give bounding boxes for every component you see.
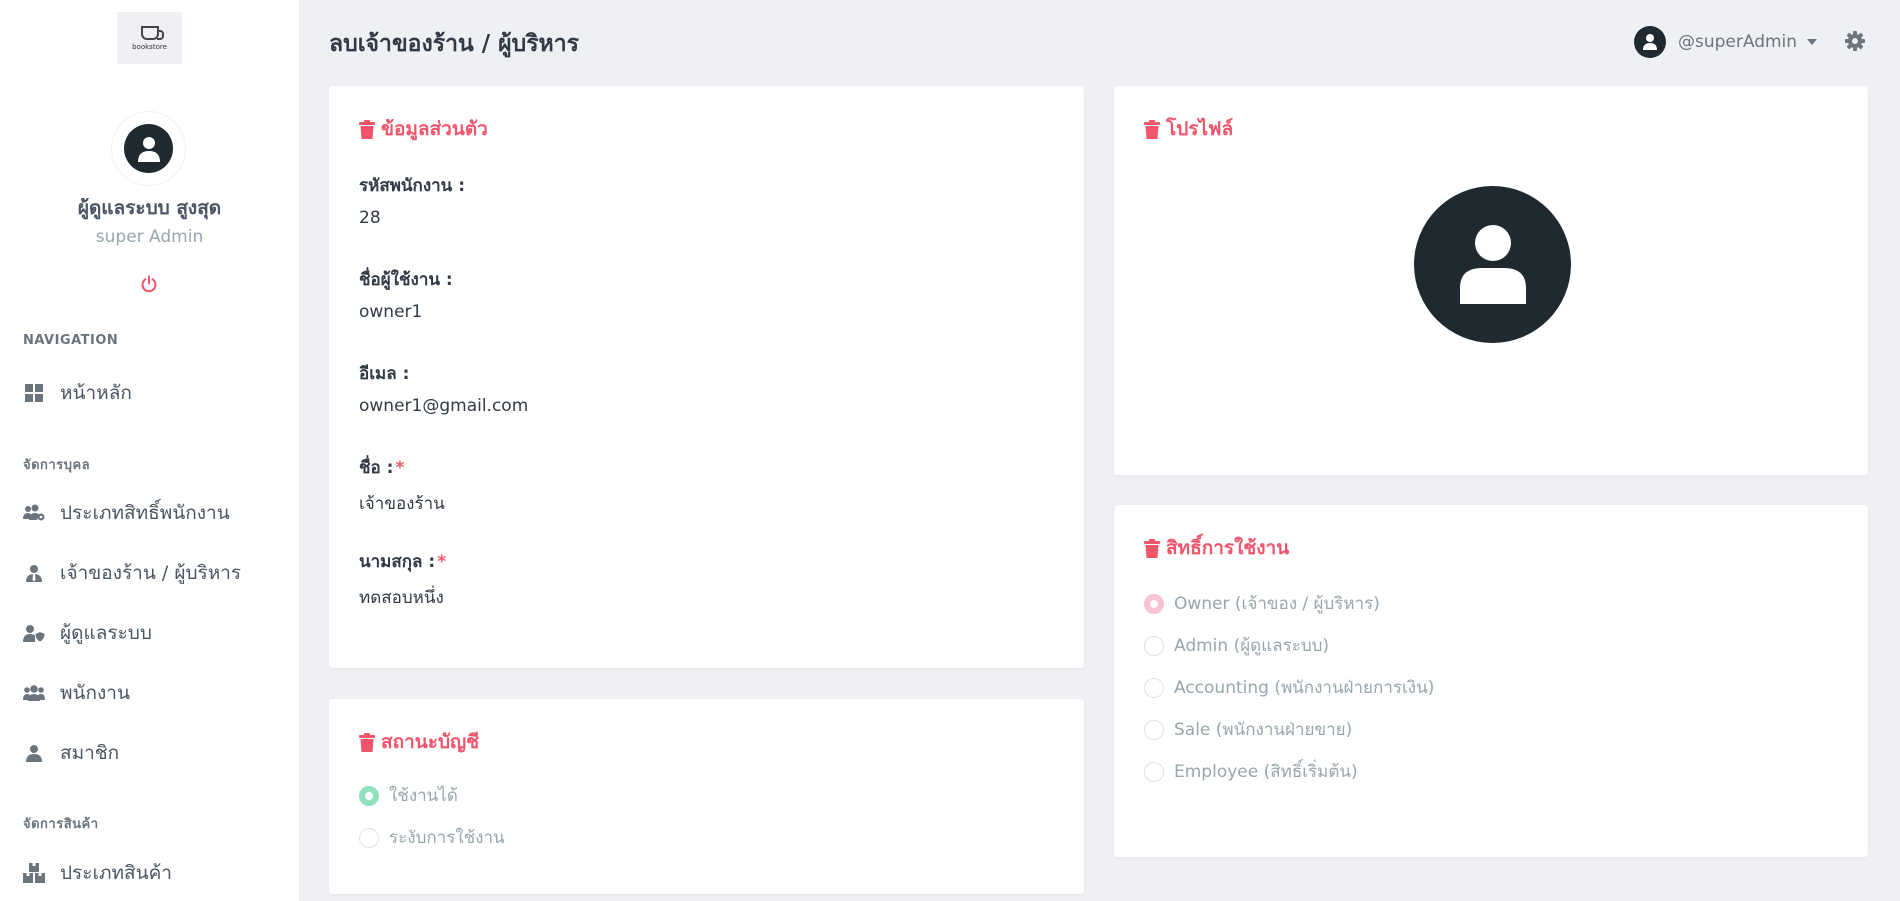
- radio-unchecked[interactable]: [1144, 635, 1164, 656]
- sidebar-item-label: สมาชิก: [60, 742, 120, 764]
- sidebar-item-employees[interactable]: พนักงาน: [23, 678, 283, 708]
- permission-radio-employee[interactable]: Employee (สิทธิ์เริ่มต้น): [1144, 758, 1358, 785]
- avatar: [1634, 26, 1666, 58]
- lastname-value: ทดสอบหนึ่ง: [359, 588, 444, 608]
- radio-checked[interactable]: [1144, 593, 1164, 614]
- logo[interactable]: bookstore: [117, 12, 182, 64]
- user-shield-icon: [23, 622, 45, 644]
- sidebar-item-label: เจ้าของร้าน / ผู้บริหาร: [60, 562, 242, 584]
- permission-radio-accounting[interactable]: Accounting (พนักงานฝ่ายการเงิน): [1144, 674, 1434, 701]
- card-title-text: สิทธิ์การใช้งาน: [1166, 537, 1290, 559]
- firstname-label-text: ชื่อ :: [359, 458, 394, 478]
- user-name: ผู้ดูแลระบบ สูงสุด: [77, 197, 222, 219]
- sidebar-item-label: ผู้ดูแลระบบ: [60, 622, 152, 644]
- email-value: owner1@gmail.com: [359, 396, 529, 416]
- avatar: [112, 112, 185, 185]
- trash-icon: [1144, 538, 1160, 558]
- account-status-card: สถานะบัญชี ใช้งานได้ ระงับการใช้งาน: [329, 699, 1084, 894]
- email-label: อีเมล :: [359, 364, 410, 384]
- permission-radio-admin[interactable]: Admin (ผู้ดูแลระบบ): [1144, 632, 1329, 659]
- profile-card: โปรไฟล์: [1114, 86, 1868, 475]
- sidebar-item-label: พนักงาน: [60, 682, 130, 704]
- card-title-text: ข้อมูลส่วนตัว: [381, 118, 488, 140]
- page-title: ลบเจ้าของร้าน / ผู้บริหาร: [329, 31, 579, 57]
- users-icon: [23, 682, 45, 704]
- user-avatar-icon: [1643, 34, 1657, 50]
- lastname-label-text: นามสกุล :: [359, 552, 436, 572]
- user-menu-dropdown[interactable]: @superAdmin: [1634, 26, 1818, 58]
- lastname-label: นามสกุล : *: [359, 548, 446, 575]
- required-mark: *: [395, 458, 405, 478]
- menu-title-navigation: NAVIGATION: [23, 333, 119, 348]
- gear-icon: [1845, 31, 1865, 51]
- trash-icon: [359, 732, 375, 752]
- trash-icon: [359, 119, 375, 139]
- user-icon: [23, 742, 45, 764]
- employee-id-value: 28: [359, 208, 381, 228]
- card-title: สิทธิ์การใช้งาน: [1144, 533, 1289, 563]
- dashboard-icon: [23, 382, 45, 404]
- user-role: super Admin: [95, 227, 204, 247]
- radio-label: ระงับการใช้งาน: [389, 828, 505, 848]
- user-tie-icon: [23, 562, 45, 584]
- radio-label: Admin (ผู้ดูแลระบบ): [1174, 636, 1330, 656]
- boxes-icon: [23, 862, 45, 884]
- radio-unchecked[interactable]: [1144, 719, 1164, 740]
- chevron-down-icon: [1807, 39, 1818, 45]
- logo-text: bookstore: [132, 42, 167, 51]
- card-title: โปรไฟล์: [1144, 114, 1233, 144]
- firstname-label: ชื่อ : *: [359, 454, 404, 481]
- radio-unchecked[interactable]: [1144, 761, 1164, 782]
- firstname-value: เจ้าของร้าน: [359, 494, 445, 514]
- menu-title-products: จัดการสินค้า: [23, 817, 99, 832]
- trash-icon: [1144, 119, 1160, 139]
- card-title: สถานะบัญชี: [359, 727, 479, 757]
- radio-label: Accounting (พนักงานฝ่ายการเงิน): [1174, 678, 1435, 698]
- radio-label: ใช้งานได้: [389, 786, 458, 806]
- status-radio-active[interactable]: ใช้งานได้: [359, 782, 458, 809]
- username-label: ชื่อผู้ใช้งาน :: [359, 270, 453, 290]
- radio-label: Owner (เจ้าของ / ผู้บริหาร): [1174, 594, 1380, 614]
- card-title: ข้อมูลส่วนตัว: [359, 114, 488, 144]
- sidebar-item-label: หน้าหลัก: [60, 382, 132, 404]
- logout-button[interactable]: [137, 272, 161, 296]
- card-title-text: โปรไฟล์: [1166, 118, 1234, 140]
- sidebar-item-home[interactable]: หน้าหลัก: [23, 378, 283, 408]
- sidebar-item-label: ประเภทสิทธิ์พนักงาน: [60, 502, 230, 524]
- status-radio-suspended[interactable]: ระงับการใช้งาน: [359, 824, 505, 851]
- radio-label: Sale (พนักงานฝ่ายขาย): [1174, 720, 1353, 740]
- required-mark: *: [437, 552, 447, 572]
- card-title-text: สถานะบัญชี: [381, 731, 480, 753]
- user-avatar-icon: [1459, 224, 1526, 304]
- radio-unchecked[interactable]: [1144, 677, 1164, 698]
- menu-title-people: จัดการบุคล: [23, 458, 91, 473]
- sidebar-item-label: ประเภทสินค้า: [60, 862, 172, 884]
- permission-radio-owner[interactable]: Owner (เจ้าของ / ผู้บริหาร): [1144, 590, 1380, 617]
- profile-avatar: [1414, 186, 1571, 343]
- sidebar: bookstore ผู้ดูแลระบบ สูงสุด super Admin…: [0, 0, 299, 901]
- radio-checked[interactable]: [359, 785, 379, 806]
- radio-label: Employee (สิทธิ์เริ่มต้น): [1174, 762, 1358, 782]
- sidebar-item-members[interactable]: สมาชิก: [23, 738, 283, 768]
- sidebar-item-permission-types[interactable]: ประเภทสิทธิ์พนักงาน: [23, 498, 283, 528]
- personal-info-card: ข้อมูลส่วนตัว รหัสพนักงาน : 28 ชื่อผู้ใช…: [329, 86, 1084, 668]
- sidebar-item-owners[interactable]: เจ้าของร้าน / ผู้บริหาร: [23, 558, 283, 588]
- cup-icon: [140, 25, 164, 40]
- user-avatar-icon: [124, 124, 173, 173]
- settings-button[interactable]: [1845, 31, 1867, 53]
- users-cog-icon: [23, 502, 45, 524]
- permissions-card: สิทธิ์การใช้งาน Owner (เจ้าของ / ผู้บริห…: [1114, 505, 1868, 857]
- username-value: owner1: [359, 302, 423, 322]
- radio-unchecked[interactable]: [359, 827, 379, 848]
- power-icon: [141, 275, 157, 293]
- sidebar-item-product-types[interactable]: ประเภทสินค้า: [23, 858, 283, 888]
- permission-radio-sale[interactable]: Sale (พนักงานฝ่ายขาย): [1144, 716, 1352, 743]
- topbar-username: @superAdmin: [1678, 32, 1798, 52]
- employee-id-label: รหัสพนักงาน :: [359, 176, 466, 196]
- sidebar-item-admins[interactable]: ผู้ดูแลระบบ: [23, 618, 283, 648]
